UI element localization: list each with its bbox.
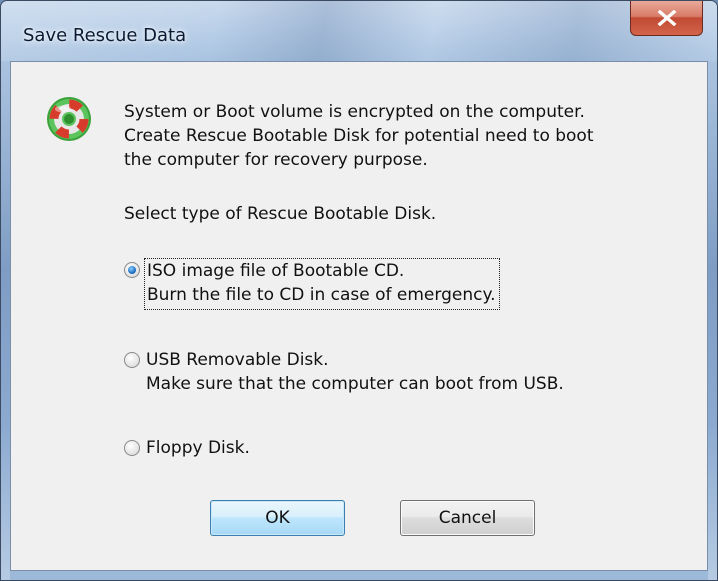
window-title: Save Rescue Data [23, 25, 187, 46]
message-line: Create Rescue Bootable Disk for potentia… [124, 126, 594, 146]
title-bar[interactable]: Save Rescue Data [1, 1, 717, 61]
close-button[interactable] [630, 1, 703, 36]
select-type-label: Select type of Rescue Bootable Disk. [124, 204, 437, 224]
dialog-body: System or Boot volume is encrypted on th… [10, 61, 708, 571]
rescue-lifebuoy-icon [47, 97, 91, 141]
window-frame-left [1, 61, 10, 580]
window-frame-right [708, 61, 717, 580]
option-sublabel: Make sure that the computer can boot fro… [146, 374, 564, 394]
radio-iso-image[interactable]: ISO image file of Bootable CD. Burn the … [124, 258, 564, 310]
radio-checked-icon[interactable] [124, 262, 140, 278]
radio-unchecked-icon[interactable] [124, 440, 140, 456]
focus-rectangle: ISO image file of Bootable CD. Burn the … [144, 258, 500, 310]
save-rescue-data-dialog: Save Rescue Data System or Boot volume i… [0, 0, 718, 581]
message-line: the computer for recovery purpose. [124, 150, 428, 170]
option-label: Floppy Disk. [146, 438, 250, 458]
radio-floppy-disk[interactable]: Floppy Disk. [124, 436, 324, 462]
ok-button[interactable]: OK [210, 500, 345, 536]
radio-unchecked-icon[interactable] [124, 352, 140, 368]
option-label: ISO image file of Bootable CD. [147, 261, 405, 281]
radio-usb-disk[interactable]: USB Removable Disk. Make sure that the c… [124, 348, 624, 398]
option-sublabel: Burn the file to CD in case of emergency… [147, 285, 496, 305]
message-line: System or Boot volume is encrypted on th… [124, 102, 585, 122]
info-message: System or Boot volume is encrypted on th… [124, 100, 594, 172]
option-label: USB Removable Disk. [146, 350, 329, 370]
cancel-button[interactable]: Cancel [400, 500, 535, 536]
close-icon [657, 10, 676, 26]
